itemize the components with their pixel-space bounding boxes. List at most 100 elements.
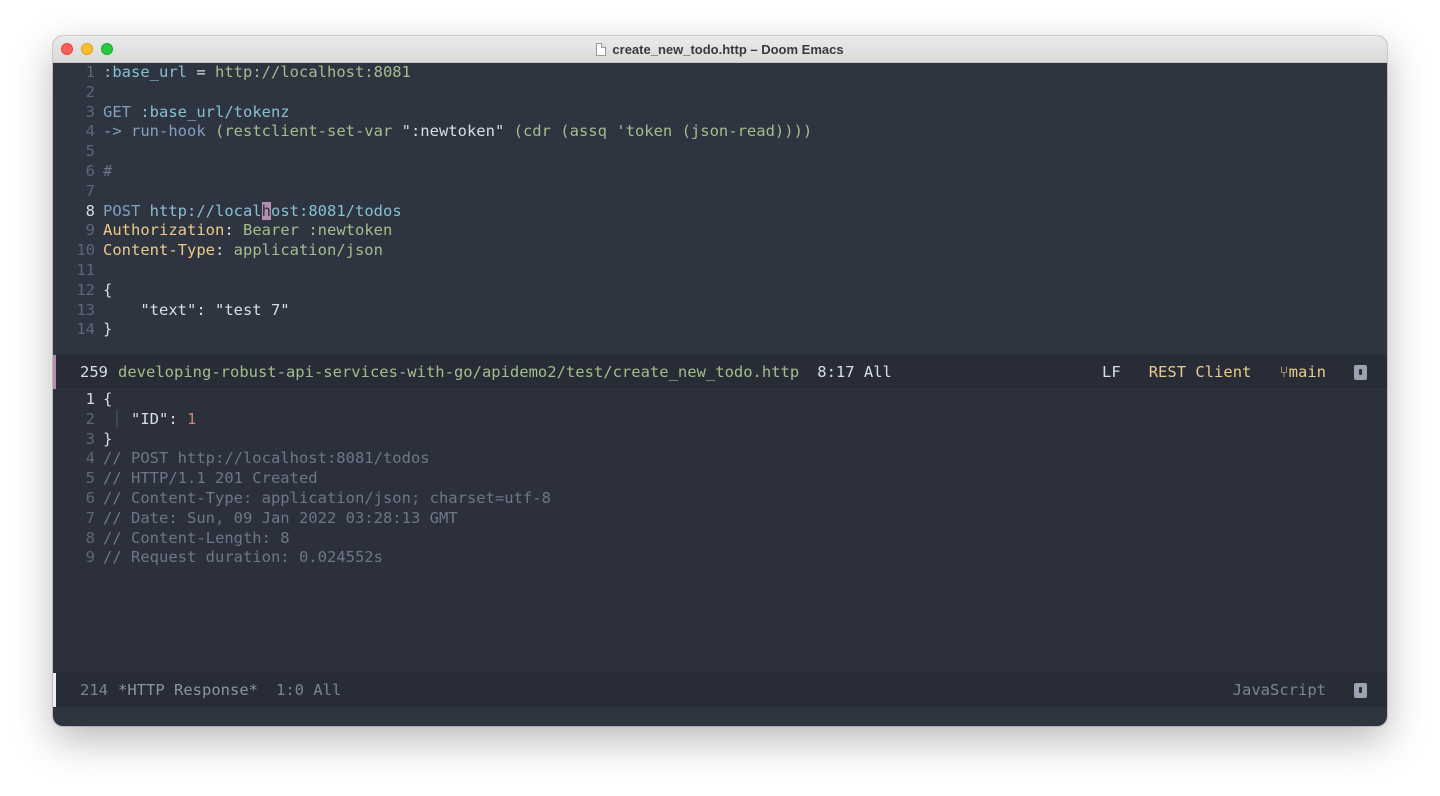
editor-line[interactable]: 2 [53,83,1387,103]
code-token: http://local [140,201,262,220]
code-token: POST [103,201,141,220]
lock-icon [1354,364,1367,380]
minimize-button[interactable] [81,43,93,55]
line-content: // Content-Length: 8 [103,529,290,549]
code-token: { [103,280,113,299]
code-token: Bearer :newtoken [243,221,393,240]
editor-line[interactable]: 6 # [53,162,1387,182]
modeline-editor: 259 developing-robust-api-services-with-… [53,355,1387,389]
response-line[interactable]: 4 // POST http://localhost:8081/todos [53,449,1387,469]
editor-line[interactable]: 14} [53,320,1387,340]
code-token: } [103,320,113,339]
code-token: ":newtoken" [401,122,505,141]
close-button[interactable] [61,43,73,55]
editor-line[interactable]: 10 Content-Type: application/json [53,241,1387,261]
line-content: │ "ID": 1 [103,410,196,430]
editor-line[interactable]: 1 :base_url = http://localhost:8081 [53,63,1387,83]
line-content: // Content-Type: application/json; chars… [103,489,551,509]
line-number: 3 [85,429,95,448]
code-token: :base_url/tokenz [131,102,290,121]
line-content: // Request duration: 0.024552s [103,548,383,568]
line-content: Content-Type: application/json [103,241,383,261]
line-number: 6 [85,488,95,507]
modeline-major-mode[interactable]: JavaScript [1205,673,1326,707]
window-controls [61,43,113,55]
editor-line[interactable]: 3 GET :base_url/tokenz [53,103,1387,123]
response-line[interactable]: 6 // Content-Type: application/json; char… [53,489,1387,509]
response-line[interactable]: 1{ [53,390,1387,410]
git-branch-icon: ⑂ [1279,363,1289,381]
modeline-major-mode[interactable]: REST Client [1121,355,1252,389]
editor-line[interactable]: 7 [53,182,1387,202]
code-token: application/json [233,241,383,260]
code-token: // Request duration: 0.024552s [103,548,383,567]
code-token: :base_url [103,63,187,81]
line-number: 2 [85,82,95,101]
line-content: { [103,281,112,301]
response-line[interactable]: 7 // Date: Sun, 09 Jan 2022 03:28:13 GMT [53,509,1387,529]
editor-pane[interactable]: 1 :base_url = http://localhost:8081 2 3 GET … [53,63,1387,355]
line-number: 11 [76,260,95,279]
code-token: } [103,429,113,448]
code-token: : [214,241,234,260]
response-line[interactable]: 9 // Request duration: 0.024552s [53,548,1387,568]
response-pane[interactable]: 1{2 │ "ID": 1 3} 4// POST http://localhost… [53,390,1387,673]
line-number: 2 [85,409,95,428]
code-token: : [168,409,187,428]
text-cursor: h [261,201,271,220]
code-token: Content-Type [103,241,215,260]
line-number: 8 [85,201,95,220]
line-number: 10 [76,241,95,260]
code-token: "text": "test 7" [103,300,290,319]
zoom-button[interactable] [101,43,113,55]
editor-line[interactable]: 8 POST http://localhost:8081/todos [53,201,1387,222]
line-number: 12 [76,280,95,299]
line-number: 5 [85,469,95,488]
code-token: GET [103,102,131,121]
code-token: // Content-Type: application/json; chars… [103,488,551,507]
line-content: { [103,390,112,410]
editor-line[interactable]: 12 { [53,281,1387,301]
editor-line[interactable]: 9 Authorization: Bearer :newtoken [53,221,1387,241]
line-content: // HTTP/1.1 201 Created [103,469,318,489]
modeline-response: 214 *HTTP Response* 1:0 All JavaScript [53,673,1387,707]
modeline-buffer-size: 259 [80,363,108,381]
modeline-cursor-position: 8:17 All [817,363,892,381]
response-line[interactable]: 5 // HTTP/1.1 201 Created [53,469,1387,489]
document-icon [596,42,607,56]
window-title: create_new_todo.http – Doom Emacs [612,41,844,57]
code-token: "ID" [131,409,169,428]
code-token: -> [103,122,122,141]
modeline-eol[interactable]: LF [1074,355,1121,389]
line-number: 6 [85,161,95,180]
response-line[interactable]: 2 │ "ID": 1 [53,410,1387,430]
line-content: :base_url = http://localhost:8081 [103,63,411,83]
modeline-file-path[interactable]: developing-robust-api-services-with-go/a… [118,355,799,389]
line-number: 9 [85,221,95,240]
line-content: } [103,430,112,450]
editor-line[interactable]: 11 [53,261,1387,281]
line-content: // Date: Sun, 09 Jan 2022 03:28:13 GMT [103,509,458,529]
response-line[interactable]: 3} [53,430,1387,450]
line-content: // POST http://localhost:8081/todos [103,449,430,469]
code-token: : [224,221,243,240]
line-content: # [103,162,112,182]
code-token: // Content-Length: 8 [103,528,290,547]
line-content: Authorization: Bearer :newtoken [103,221,392,241]
modeline-git-branch[interactable]: ⑂main [1251,355,1326,389]
modeline-buffer-name[interactable]: *HTTP Response* [118,673,258,707]
code-token: // POST http://localhost:8081/todos [103,449,430,468]
modeline-cursor-position: 1:0 All [275,681,342,699]
code-token: # [103,161,113,180]
code-token: { [103,390,113,408]
line-content: } [103,320,112,340]
line-number: 1 [85,63,95,81]
editor-line[interactable]: 13 "text": "test 7" [53,301,1387,321]
line-content: POST http://localhost:8081/todos [103,201,402,222]
response-line[interactable]: 8 // Content-Length: 8 [53,529,1387,549]
editor-line[interactable]: 4 -> run-hook (restclient-set-var ":newto… [53,122,1387,142]
lock-icon [1354,682,1367,698]
editor-line[interactable]: 5 [53,142,1387,162]
code-token: ost:8081/todos [271,201,402,220]
code-token: = [187,63,215,81]
